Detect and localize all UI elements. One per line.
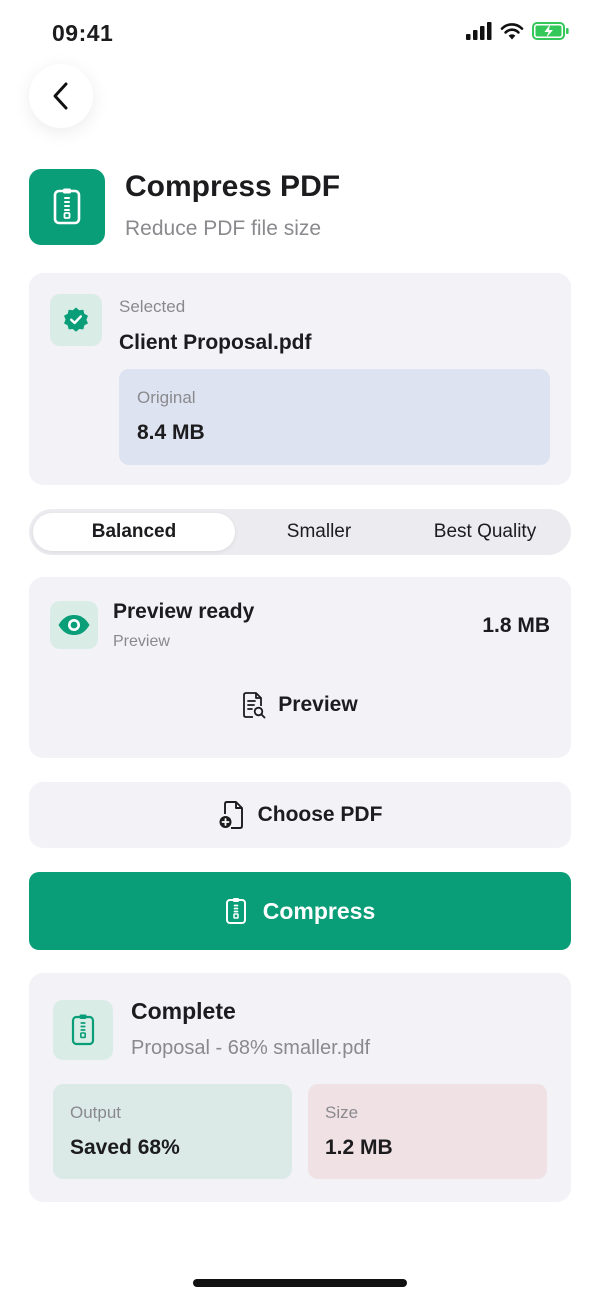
zip-file-icon (53, 1000, 113, 1060)
verified-badge-icon (50, 294, 102, 346)
selected-file-card: Selected Client Proposal.pdf Original 8.… (29, 273, 571, 485)
choose-pdf-label: Choose PDF (257, 803, 383, 826)
page-title: Compress PDF (125, 170, 341, 203)
output-value: Saved 68% (70, 1136, 180, 1159)
output-label: Output (70, 1103, 122, 1122)
page-subtitle: Reduce PDF file size (125, 217, 322, 240)
cellular-signal-icon (466, 22, 492, 40)
mode-smaller[interactable]: Smaller (239, 513, 399, 551)
output-stat: Output Saved 68% (53, 1084, 292, 1179)
selected-label: Selected (119, 297, 186, 316)
preview-button[interactable]: Preview (29, 683, 571, 727)
zip-file-icon (29, 169, 105, 245)
result-card: Complete Proposal - 68% smaller.pdf Outp… (29, 973, 571, 1202)
size-label: Size (325, 1103, 359, 1122)
status-icons (466, 22, 570, 40)
size-value: 1.2 MB (325, 1136, 393, 1159)
mode-best-quality[interactable]: Best Quality (403, 513, 567, 551)
wifi-icon (500, 23, 524, 40)
preview-title: Preview ready (113, 600, 255, 623)
original-label: Original (137, 388, 196, 407)
mode-balanced[interactable]: Balanced (33, 513, 235, 551)
selected-file-name: Client Proposal.pdf (119, 331, 312, 354)
home-indicator[interactable] (193, 1279, 407, 1287)
result-file-name: Proposal - 68% smaller.pdf (131, 1037, 371, 1059)
add-document-icon (219, 801, 243, 829)
back-button[interactable] (29, 64, 93, 128)
original-size-value: 8.4 MB (137, 421, 205, 444)
battery-charging-icon (532, 22, 569, 40)
result-title: Complete (131, 998, 236, 1024)
preview-card: Preview ready Preview 1.8 MB Preview (29, 577, 571, 758)
preview-size: 1.8 MB (482, 614, 550, 637)
original-size-box: Original 8.4 MB (119, 369, 550, 465)
status-time: 09:41 (52, 20, 114, 46)
compress-button-label: Compress (262, 897, 376, 924)
size-stat: Size 1.2 MB (308, 1084, 547, 1179)
preview-button-label: Preview (278, 693, 358, 716)
document-search-icon (243, 692, 266, 719)
compress-button[interactable]: Compress (29, 872, 571, 950)
zip-file-icon (225, 898, 246, 924)
status-bar: 09:41 (0, 0, 600, 66)
eye-icon (50, 601, 98, 649)
choose-pdf-button[interactable]: Choose PDF (29, 782, 571, 848)
preview-subtitle: Preview (113, 633, 170, 650)
compression-mode-selector: Balanced Smaller Best Quality (29, 509, 571, 555)
chevron-left-icon (53, 82, 68, 110)
